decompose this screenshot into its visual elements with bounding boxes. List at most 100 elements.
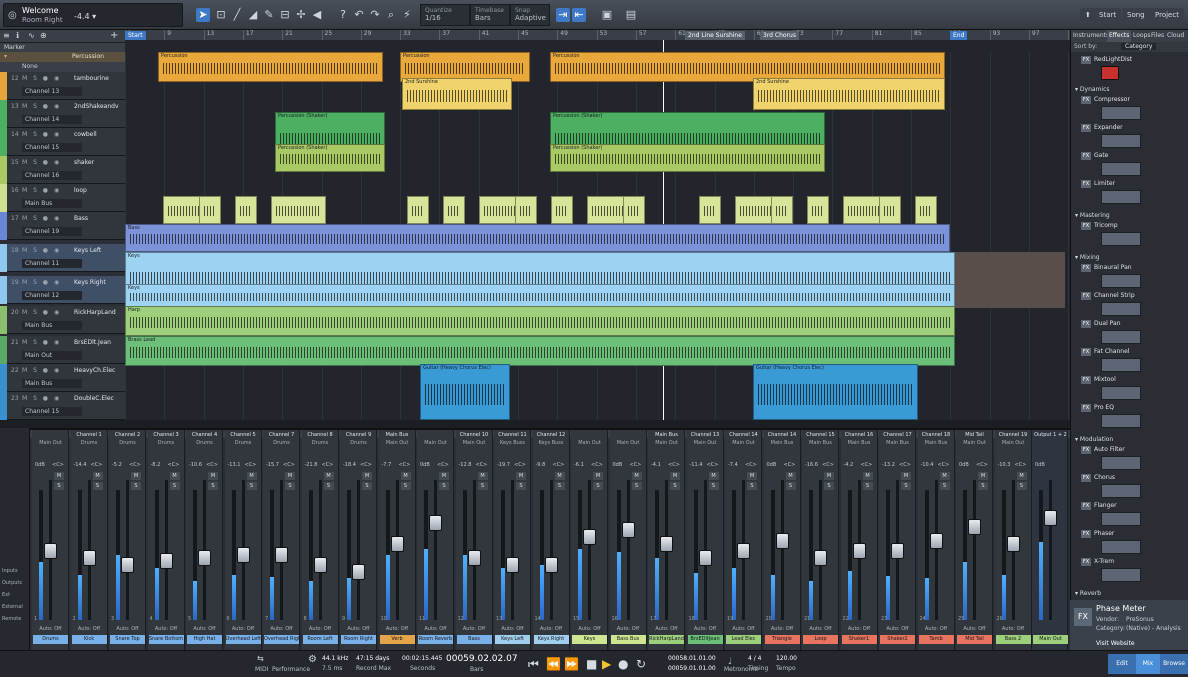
- automation-mode[interactable]: Auto: Off: [612, 626, 645, 632]
- browser-item[interactable]: FX Mixtool: [1081, 376, 1116, 384]
- sort-select[interactable]: Category: [1121, 43, 1157, 50]
- track-output[interactable]: Channel 13: [22, 87, 82, 96]
- loop-clip[interactable]: [515, 196, 537, 224]
- loop-clip[interactable]: [235, 196, 257, 224]
- automation-mode[interactable]: Auto: Off: [573, 626, 606, 632]
- channel-volume[interactable]: -5.2: [112, 462, 122, 468]
- audio-clip[interactable]: 2nd Surshine: [402, 78, 512, 110]
- solo-button[interactable]: S: [131, 482, 141, 490]
- browser-folder[interactable]: ▾ Mastering: [1075, 212, 1187, 219]
- automation-mode[interactable]: Auto: Off: [535, 626, 568, 632]
- channel-volume[interactable]: -18.4: [343, 462, 356, 468]
- browser-item-top[interactable]: FX RedLightDist: [1081, 56, 1132, 64]
- browse-button[interactable]: Browse: [1160, 654, 1188, 674]
- channel-label[interactable]: Room Right: [341, 635, 376, 644]
- channel-volume[interactable]: -21.8: [305, 462, 318, 468]
- channel-volume[interactable]: -10.4: [921, 462, 934, 468]
- track-buttons[interactable]: M S ● ◉: [22, 159, 61, 166]
- tab-cloud[interactable]: Cloud: [1167, 30, 1184, 42]
- mixer-channel-strip[interactable]: Channel 16 Main Bus -4.2 <C> M S 22 Auto: Off Sh…: [840, 430, 878, 652]
- channel-pan[interactable]: <C>: [668, 462, 680, 468]
- mixer-channel-strip[interactable]: Channel 3 Drums -8.2 <C> M S 4 Auto: Off Snare B…: [147, 430, 185, 652]
- channel-label[interactable]: Overhead Left: [225, 635, 261, 644]
- mixer-channel-strip[interactable]: Channel 8 Drums -21.8 <C> M S 8 Auto: Off Room L…: [301, 430, 339, 652]
- channel-volume[interactable]: 0dB: [420, 462, 430, 468]
- volume-fader[interactable]: [390, 536, 404, 552]
- channel-label[interactable]: Room Reverb: [418, 635, 453, 644]
- channel-label[interactable]: Drums: [33, 635, 68, 644]
- browser-folder[interactable]: ▾ Modulation: [1075, 436, 1187, 443]
- menu-icon[interactable]: ≡: [3, 31, 10, 40]
- channel-label[interactable]: Triangle: [764, 635, 800, 644]
- track-buttons[interactable]: M S ● ◉: [22, 215, 61, 222]
- browser-item[interactable]: FX Compressor: [1081, 96, 1130, 104]
- channel-pan[interactable]: <C>: [476, 462, 488, 468]
- loop-clip[interactable]: [879, 196, 901, 224]
- mute-button[interactable]: M: [1016, 472, 1027, 480]
- channel-volume[interactable]: -6.1: [574, 462, 584, 468]
- automation-mode[interactable]: Auto: Off: [920, 626, 953, 632]
- mute-button[interactable]: M: [862, 472, 873, 480]
- mixer-side-outputs[interactable]: Outputs: [2, 580, 22, 586]
- mute-button[interactable]: M: [670, 472, 680, 480]
- channel-label[interactable]: Kick: [71, 635, 107, 644]
- track-output[interactable]: Main Bus: [22, 379, 82, 388]
- volume-fader[interactable]: [737, 543, 750, 559]
- eraser-tool-icon[interactable]: ◢: [246, 8, 260, 22]
- volume-fader[interactable]: [82, 550, 96, 566]
- rewind-icon[interactable]: ⏪: [546, 657, 561, 671]
- mixer-channel-strip[interactable]: Channel 4 Drums -10.6 <C> M S 5 Auto: Off High H…: [186, 430, 223, 652]
- browser-item[interactable]: FX Binaural Pan: [1081, 264, 1132, 272]
- track-header[interactable]: 15 M S ● ◉ shaker Channel 16: [0, 156, 125, 184]
- channel-pan[interactable]: <C>: [899, 462, 911, 468]
- mute-button[interactable]: M: [631, 472, 642, 480]
- volume-fader[interactable]: [429, 515, 442, 531]
- automation-mode[interactable]: Auto: Off: [304, 626, 337, 632]
- channel-route[interactable]: Main Out: [687, 440, 724, 446]
- channel-label[interactable]: Keys Left: [495, 635, 530, 644]
- fast-forward-icon[interactable]: ⏩: [564, 657, 579, 671]
- track-header[interactable]: 23 M S ● ◉ DoubleC.Elec Channel 15: [0, 392, 125, 420]
- automation-mode[interactable]: Auto: Off: [73, 626, 106, 632]
- mute-button[interactable]: M: [131, 472, 141, 480]
- channel-route[interactable]: Main Out: [417, 440, 454, 446]
- track-buttons[interactable]: M S ● ◉: [22, 75, 61, 82]
- master-label[interactable]: Main Out: [1033, 635, 1068, 644]
- volume-fader[interactable]: [583, 529, 596, 545]
- start-button[interactable]: Start: [1094, 8, 1122, 22]
- automation-mode[interactable]: Auto: Off: [496, 626, 529, 632]
- volume-fader[interactable]: [275, 547, 288, 564]
- channel-pan[interactable]: <C>: [129, 462, 141, 468]
- mixer-channel-strip[interactable]: Mid Tail Main Out 0dB <C> M S 25 Auto: Off Mid T…: [956, 430, 993, 652]
- channel-pan[interactable]: <C>: [745, 462, 757, 468]
- browser-item[interactable]: FX Tricomp: [1081, 222, 1118, 230]
- track-buttons[interactable]: M S ● ◉: [22, 131, 61, 138]
- automation-mode[interactable]: Auto: Off: [727, 626, 760, 632]
- mixer-channel-strip[interactable]: Channel 10 Main Out -12.8 <C> M S 12 Auto: Off B…: [455, 430, 493, 652]
- volume-fader[interactable]: [544, 557, 558, 573]
- channel-route[interactable]: Drums: [109, 440, 146, 446]
- mute-button[interactable]: M: [708, 472, 719, 480]
- channel-volume[interactable]: -15.7: [266, 462, 279, 468]
- redo-icon[interactable]: ↷: [368, 8, 382, 22]
- mixer-channel-strip[interactable]: Channel 15 Main Bus -16.6 <C> M S 21 Auto: Off L…: [802, 430, 839, 652]
- automation-mode[interactable]: Auto: Off: [227, 626, 260, 632]
- track-buttons[interactable]: M S ● ◉: [22, 247, 61, 254]
- song-level[interactable]: -4.4 ▾: [74, 12, 96, 21]
- track-header[interactable]: 18 M S ● ◉ Keys Left Channel 11: [0, 244, 125, 272]
- browser-item[interactable]: FX Auto Filter: [1081, 446, 1125, 454]
- channel-route[interactable]: Main Out: [725, 440, 762, 446]
- info-icon[interactable]: ℹ: [16, 31, 19, 40]
- browser-item[interactable]: FX Fat Channel: [1081, 348, 1129, 356]
- channel-route[interactable]: Main Bus: [802, 440, 839, 446]
- channel-route[interactable]: Drums: [263, 440, 300, 446]
- channel-pan[interactable]: <C>: [861, 462, 873, 468]
- channel-pan[interactable]: <C>: [91, 462, 103, 468]
- rewind-to-start-icon[interactable]: ⏮: [528, 657, 539, 672]
- browser-item[interactable]: FX Pro EQ: [1081, 404, 1114, 412]
- track-output[interactable]: Main Bus: [22, 321, 82, 330]
- track-buttons[interactable]: M S ● ◉: [22, 187, 61, 194]
- paint-tool-icon[interactable]: ✎: [262, 8, 276, 22]
- track-header[interactable]: 13 M S ● ◉ 2ndShakeandv Channel 14: [0, 100, 125, 128]
- mute-button[interactable]: M: [54, 472, 64, 480]
